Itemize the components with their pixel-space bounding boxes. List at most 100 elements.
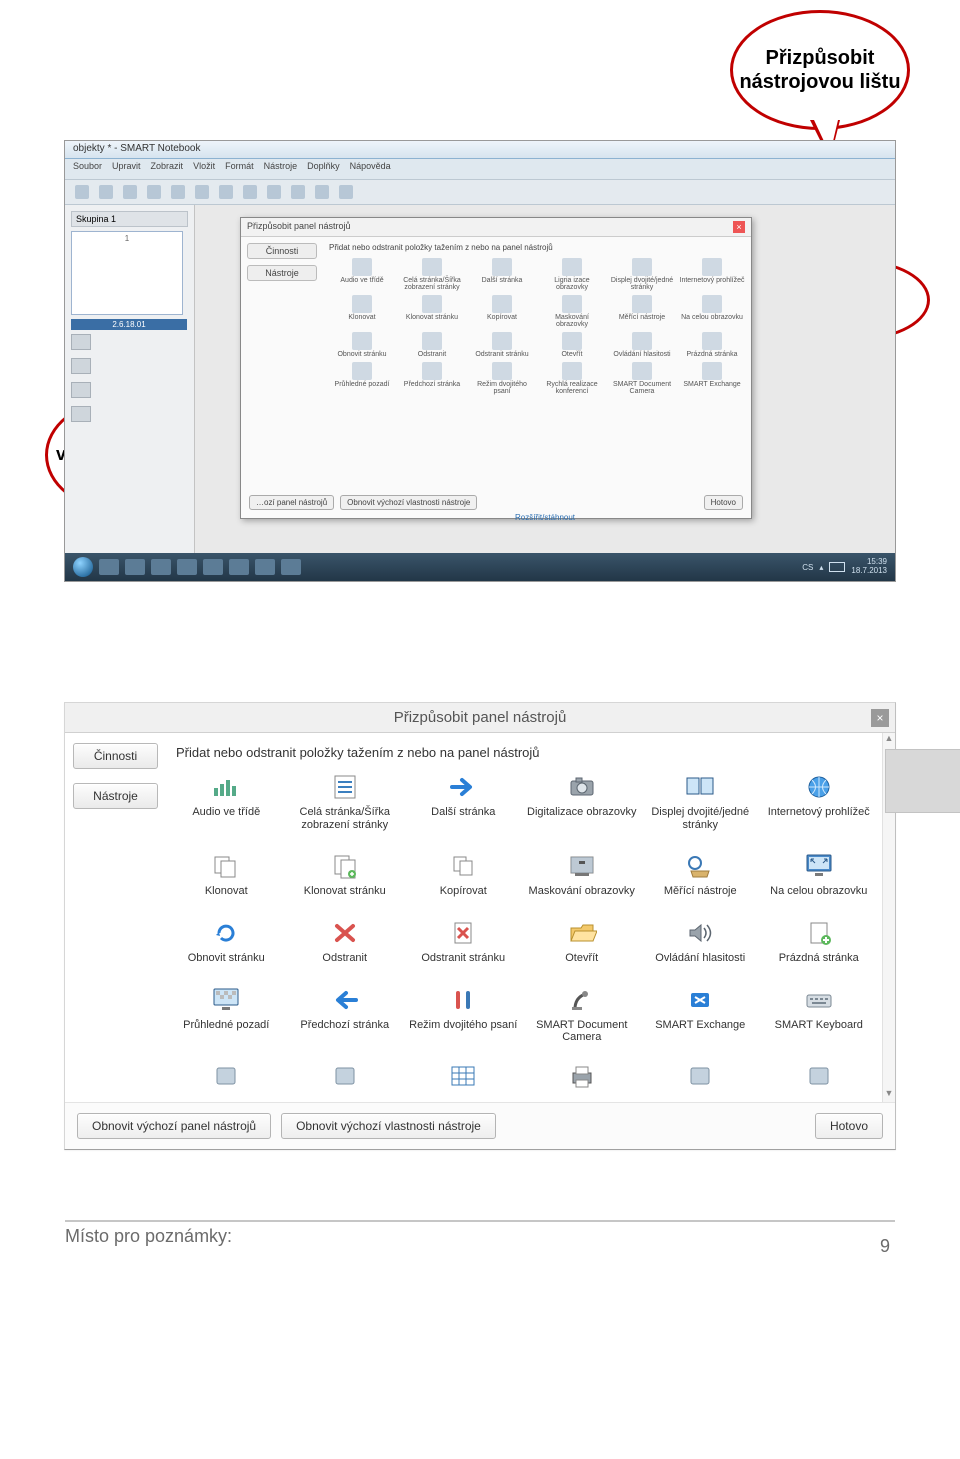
taskbar-app-icon[interactable] [125, 559, 145, 575]
tool-item-small[interactable]: Maskování obrazovky [539, 295, 605, 328]
tool-item-small[interactable]: Klonovat stránku [399, 295, 465, 328]
toolbar-icon[interactable] [315, 185, 329, 199]
tool-item-small[interactable]: Obnovit stránku [329, 332, 395, 358]
tool-item[interactable]: Obnovit stránku [170, 918, 283, 965]
tool-item[interactable]: Digitalizace obrazovky [526, 772, 639, 831]
scroll-down-icon[interactable]: ▼ [883, 1088, 895, 1102]
menu-item[interactable]: Nápověda [350, 161, 391, 177]
tool-item-small[interactable]: Režim dvojitého psaní [469, 362, 535, 395]
taskbar-app-icon[interactable] [99, 559, 119, 575]
tray-clock[interactable]: 15:39 18.7.2013 [851, 558, 887, 576]
tool-item-partial[interactable] [763, 1064, 876, 1092]
restore-props-button[interactable]: Obnovit výchozí vlastnosti nástroje [281, 1113, 496, 1139]
tool-item[interactable]: Režim dvojitého psaní [407, 985, 520, 1044]
tool-item[interactable]: Klonovat [170, 851, 283, 898]
tool-item-small[interactable]: Internetový prohlížeč [679, 258, 745, 291]
page-thumbnail[interactable]: 1 [71, 231, 183, 315]
tool-item-partial[interactable] [407, 1064, 520, 1092]
tab-tools[interactable]: Nástroje [73, 783, 158, 809]
menu-item[interactable]: Soubor [73, 161, 102, 177]
tool-item[interactable]: SMART Document Camera [526, 985, 639, 1044]
taskbar-app-icon[interactable] [281, 559, 301, 575]
toolbar-icon[interactable] [243, 185, 257, 199]
toolbar-icon[interactable] [219, 185, 233, 199]
app-menubar[interactable]: Soubor Upravit Zobrazit Vložit Formát Ná… [65, 159, 895, 180]
toolbar-icon[interactable] [195, 185, 209, 199]
taskbar-app-icon[interactable] [203, 559, 223, 575]
tool-item-small[interactable]: Průhledné pozadí [329, 362, 395, 395]
toolbar-icon[interactable] [291, 185, 305, 199]
tool-item[interactable]: Další stránka [407, 772, 520, 831]
menu-item[interactable]: Formát [225, 161, 254, 177]
tool-item-small[interactable]: Na celou obrazovku [679, 295, 745, 328]
side-tab-icon[interactable] [71, 358, 91, 374]
tool-item-partial[interactable] [644, 1064, 757, 1092]
done-button[interactable]: Hotovo [815, 1113, 883, 1139]
tool-item[interactable]: Klonovat stránku [289, 851, 402, 898]
tool-item-small[interactable]: Další stránka [469, 258, 535, 291]
toolbar-icon[interactable] [267, 185, 281, 199]
tool-item-small[interactable]: Předchozí stránka [399, 362, 465, 395]
tool-item[interactable]: Odstranit stránku [407, 918, 520, 965]
close-icon[interactable]: × [733, 221, 745, 233]
restore-props-button-small[interactable]: Obnovit výchozí vlastnosti nástroje [340, 495, 477, 510]
toolbar-icon[interactable] [123, 185, 137, 199]
menu-item[interactable]: Doplňky [307, 161, 340, 177]
toolbar-icon[interactable] [99, 185, 113, 199]
tool-item-partial[interactable] [526, 1064, 639, 1092]
menu-item[interactable]: Vložit [193, 161, 215, 177]
tray-chevron-icon[interactable]: ▴ [819, 563, 823, 572]
menu-item[interactable]: Upravit [112, 161, 141, 177]
tool-item-small[interactable]: SMART Exchange [679, 362, 745, 395]
scrollbar[interactable]: ▲ ▼ [882, 733, 895, 1102]
close-icon[interactable]: × [871, 709, 889, 727]
tool-item[interactable]: Otevřít [526, 918, 639, 965]
toolbar-icon[interactable] [339, 185, 353, 199]
taskbar-app-icon[interactable] [255, 559, 275, 575]
toolbar-icon[interactable] [75, 185, 89, 199]
tool-item[interactable]: Celá stránka/Šířka zobrazení stránky [289, 772, 402, 831]
app-toolbar[interactable] [65, 180, 895, 205]
tool-item-small[interactable]: Prázdná stránka [679, 332, 745, 358]
side-tab-icon[interactable] [71, 382, 91, 398]
expand-link[interactable]: Rozšířit/stáhnout [515, 513, 575, 522]
side-tab-icon[interactable] [71, 334, 91, 350]
toolbar-icon[interactable] [171, 185, 185, 199]
tool-item[interactable]: Na celou obrazovku [763, 851, 876, 898]
tab-activities-small[interactable]: Činnosti [247, 243, 317, 259]
tool-item-small[interactable]: Odstranit [399, 332, 465, 358]
windows-taskbar[interactable]: CS ▴ 15:39 18.7.2013 [65, 553, 895, 581]
taskbar-app-icon[interactable] [151, 559, 171, 575]
tool-item[interactable]: Maskování obrazovky [526, 851, 639, 898]
tool-item[interactable]: Audio ve třídě [170, 772, 283, 831]
tool-item-small[interactable]: Audio ve třídě [329, 258, 395, 291]
restore-panel-button[interactable]: Obnovit výchozí panel nástrojů [77, 1113, 271, 1139]
tray-language[interactable]: CS [802, 563, 813, 572]
scroll-up-icon[interactable]: ▲ [883, 733, 895, 747]
done-button-small[interactable]: Hotovo [704, 495, 743, 510]
tool-item[interactable]: Internetový prohlížeč [763, 772, 876, 831]
tool-item[interactable]: Průhledné pozadí [170, 985, 283, 1044]
tool-item-small[interactable]: Celá stránka/Šířka zobrazení stránky [399, 258, 465, 291]
tool-item[interactable]: Odstranit [289, 918, 402, 965]
tool-item-small[interactable]: SMART Document Camera [609, 362, 675, 395]
tool-item[interactable]: Ovládání hlasitosti [644, 918, 757, 965]
start-button-icon[interactable] [73, 557, 93, 577]
tool-item-small[interactable]: Rychlá realizace konferencí [539, 362, 605, 395]
menu-item[interactable]: Zobrazit [151, 161, 184, 177]
tool-item-small[interactable]: Otevřít [539, 332, 605, 358]
tool-item-small[interactable]: Ovládání hlasitosti [609, 332, 675, 358]
tab-activities[interactable]: Činnosti [73, 743, 158, 769]
tool-item-partial[interactable] [170, 1064, 283, 1092]
scroll-thumb[interactable] [885, 749, 960, 813]
tab-tools-small[interactable]: Nástroje [247, 265, 317, 281]
tool-item-small[interactable]: Displej dvojité/jedné stránky [609, 258, 675, 291]
tool-item[interactable]: Předchozí stránka [289, 985, 402, 1044]
tool-item[interactable]: SMART Keyboard [763, 985, 876, 1044]
tool-item[interactable]: Kopírovat [407, 851, 520, 898]
tool-item-small[interactable]: Klonovat [329, 295, 395, 328]
tool-item-small[interactable]: Kopírovat [469, 295, 535, 328]
tool-item-partial[interactable] [289, 1064, 402, 1092]
side-tab-icon[interactable] [71, 406, 91, 422]
tool-item-small[interactable]: Ligria izace obrazovky [539, 258, 605, 291]
